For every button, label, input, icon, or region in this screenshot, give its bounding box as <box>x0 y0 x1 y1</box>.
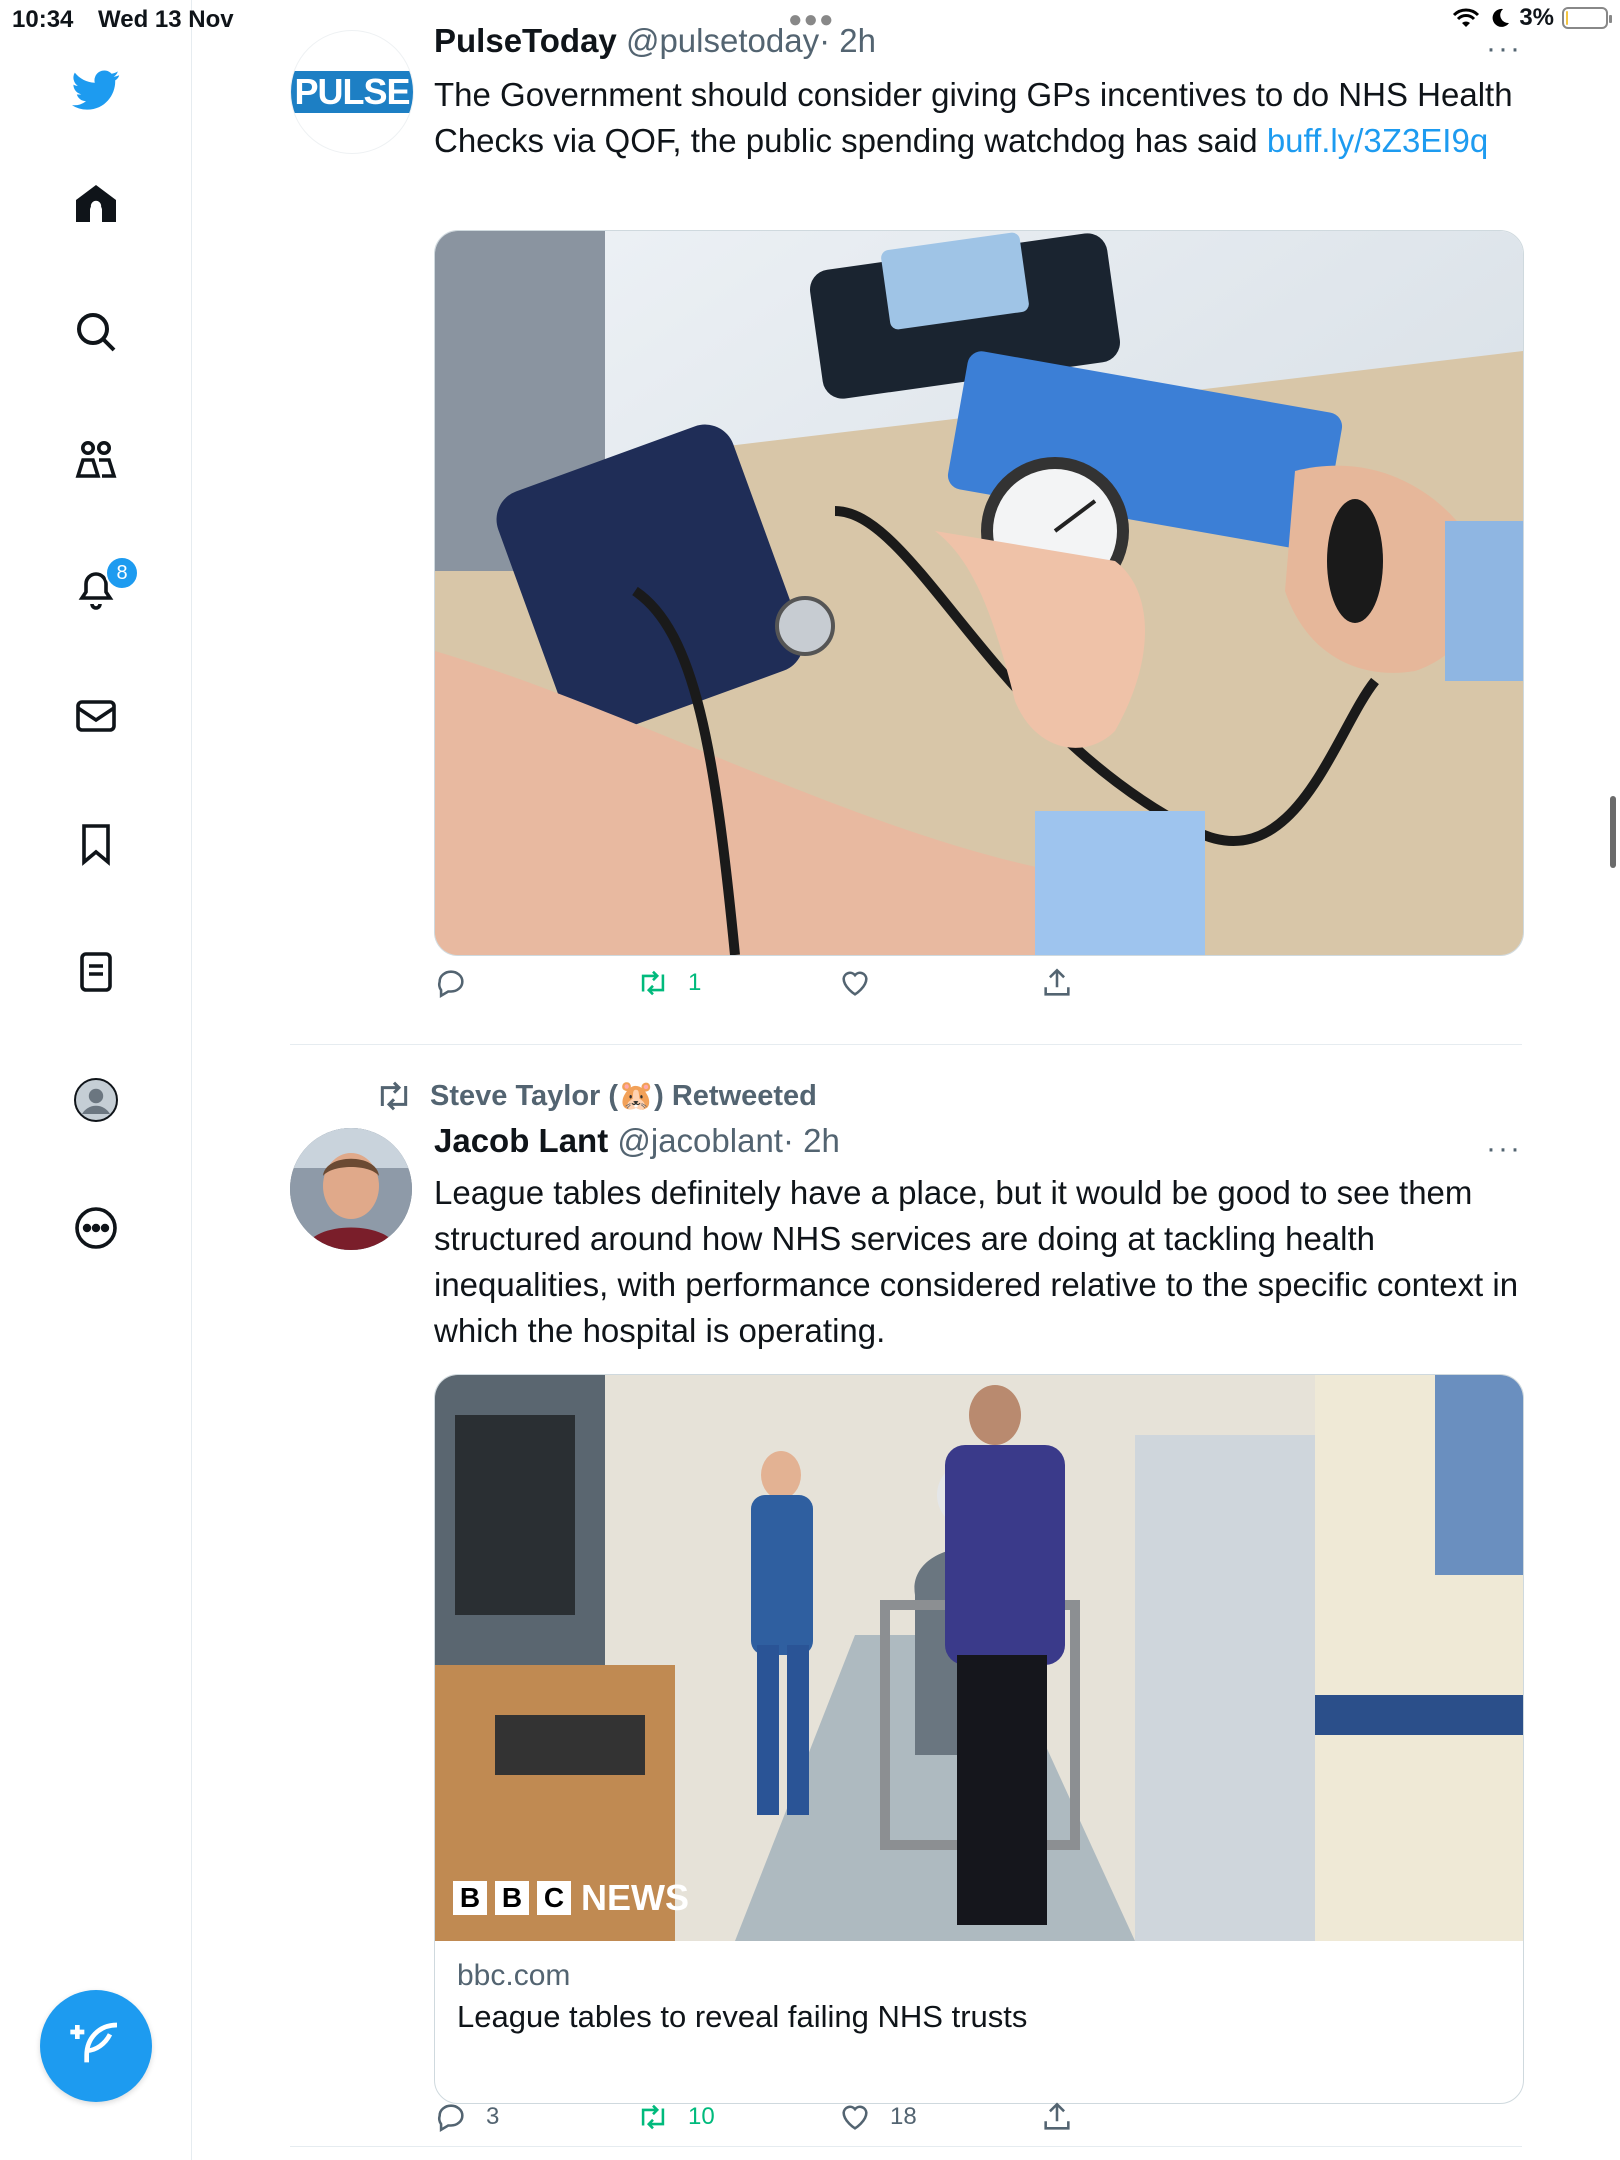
link-card[interactable]: B B C NEWS bbc.com League tables to reve… <box>434 1374 1524 2104</box>
bbc-logo-letter: B <box>495 1881 529 1915</box>
sidebar: 8 <box>0 0 192 2160</box>
scroll-indicator[interactable] <box>1610 796 1616 868</box>
retweet-count: 10 <box>688 2103 715 2130</box>
moon-icon <box>1492 8 1510 27</box>
avatar[interactable] <box>290 1128 412 1250</box>
card-image: B B C NEWS <box>435 1375 1523 1941</box>
retweet-icon <box>641 970 665 996</box>
like-button[interactable]: 18 <box>838 2100 917 2134</box>
tweet-actions: 3 10 18 <box>434 2100 1522 2160</box>
status-right: 3% <box>1451 4 1612 32</box>
like-button[interactable] <box>838 966 890 1000</box>
tweet-time[interactable]: · 2h <box>783 1122 840 1159</box>
like-count: 18 <box>890 2103 917 2130</box>
share-button[interactable] <box>1040 966 1074 1000</box>
retweet-count: 1 <box>688 969 702 996</box>
retweet-icon <box>641 2104 665 2130</box>
profile-icon[interactable] <box>60 1064 132 1136</box>
compose-button[interactable] <box>40 1990 152 2102</box>
search-icon[interactable] <box>60 296 132 368</box>
lists-icon[interactable] <box>60 936 132 1008</box>
compose-icon <box>70 2022 118 2063</box>
author-handle[interactable]: @jacoblant <box>617 1122 783 1159</box>
more-icon[interactable] <box>60 1192 132 1264</box>
messages-icon[interactable] <box>60 680 132 752</box>
battery-percent: 3% <box>1519 4 1554 31</box>
retweet-button[interactable]: 10 <box>636 2100 715 2134</box>
avatar[interactable]: PULSE <box>290 30 414 154</box>
reply-icon <box>438 2104 464 2133</box>
twitter-logo-icon[interactable] <box>60 54 132 126</box>
author-name[interactable]: Jacob Lant <box>434 1122 608 1159</box>
tweet-image[interactable] <box>434 230 1524 956</box>
tweet[interactable]: PULSE PulseToday @pulsetoday· 2h ··· The… <box>290 0 1524 1045</box>
blood-pressure-photo <box>435 231 1523 955</box>
retweet-button[interactable]: 1 <box>636 966 701 1000</box>
tweet[interactable]: Steve Taylor (🐹) Retweeted Jacob Lant @j… <box>290 1046 1524 2147</box>
tweet-text: The Government should consider giving GP… <box>434 72 1514 164</box>
pulse-logo: PULSE <box>291 71 413 113</box>
retweet-icon <box>380 1081 408 1111</box>
tweet-divider <box>290 1044 1522 1045</box>
share-icon <box>1044 968 1070 996</box>
tweet-header: Jacob Lant @jacoblant· 2h ··· <box>434 1122 1522 1165</box>
notifications-badge: 8 <box>105 556 139 590</box>
share-button[interactable] <box>1040 2100 1074 2134</box>
bbc-logo-letter: C <box>537 1881 571 1915</box>
news-wordmark: NEWS <box>581 1877 689 1918</box>
card-text: bbc.com League tables to reveal failing … <box>435 1941 1523 2035</box>
battery-icon <box>1562 7 1612 29</box>
tweet-text: League tables definitely have a place, b… <box>434 1174 1519 1349</box>
jacob-lant-photo <box>290 1128 412 1250</box>
status-bar: 10:34 Wed 13 Nov ●●● 3% <box>0 0 1620 40</box>
card-title: League tables to reveal failing NHS trus… <box>457 1999 1028 2034</box>
heart-icon <box>842 2105 868 2130</box>
reply-button[interactable] <box>434 966 486 1000</box>
share-icon <box>1044 2102 1070 2130</box>
wifi-icon <box>1453 8 1480 27</box>
status-date: Wed 13 Nov <box>98 6 234 33</box>
reply-icon <box>438 970 464 999</box>
retweet-context: Steve Taylor (🐹) Retweeted <box>374 1076 817 1116</box>
card-domain: bbc.com <box>457 1959 571 1992</box>
communities-icon[interactable] <box>60 424 132 496</box>
hospital-corridor-photo <box>435 1375 1523 1941</box>
tweet-divider <box>290 2146 1522 2147</box>
bbc-logo-letter: B <box>453 1881 487 1915</box>
status-time: 10:34 <box>12 6 74 33</box>
multitasking-dots-icon[interactable]: ●●● <box>788 6 835 34</box>
bbc-news-logo: B B C NEWS <box>453 1877 689 1919</box>
tweet-link[interactable]: buff.ly/3Z3EI9q <box>1267 122 1488 159</box>
reply-button[interactable]: 3 <box>434 2100 499 2134</box>
bookmarks-icon[interactable] <box>60 808 132 880</box>
heart-icon <box>842 971 868 996</box>
retweeted-by[interactable]: Steve Taylor (🐹) Retweeted <box>430 1079 817 1113</box>
more-options-icon[interactable]: ··· <box>1486 1132 1522 1166</box>
battery-level <box>1566 11 1568 25</box>
tweet-actions: 1 <box>434 966 1522 1026</box>
reply-count: 3 <box>486 2103 500 2130</box>
home-icon[interactable] <box>60 168 132 240</box>
